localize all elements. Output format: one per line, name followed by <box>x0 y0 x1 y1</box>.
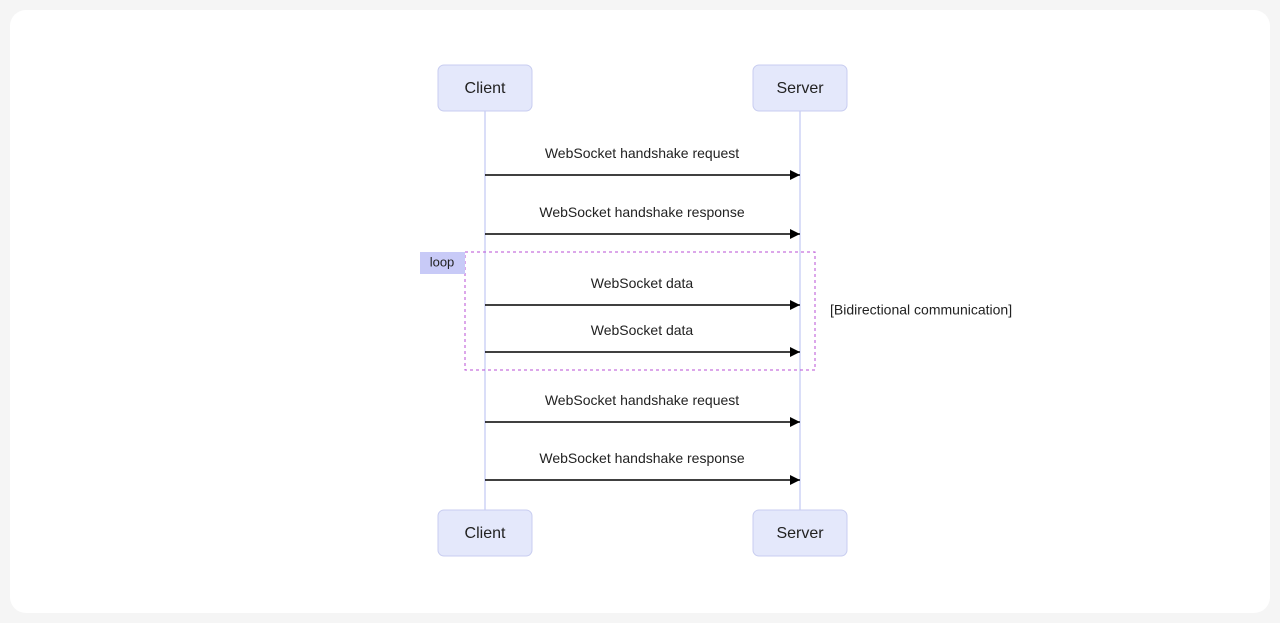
actor-client-bottom-label: Client <box>465 525 506 542</box>
actor-client-bottom: Client <box>438 510 532 556</box>
actor-server-bottom: Server <box>753 510 847 556</box>
loop-tag-label: loop <box>430 254 455 269</box>
message-2-label: WebSocket handshake response <box>539 204 744 220</box>
actor-server-top-label: Server <box>776 80 824 97</box>
message-1-label: WebSocket handshake request <box>545 145 739 161</box>
actor-server-bottom-label: Server <box>776 525 824 542</box>
message-5-label: WebSocket handshake request <box>545 392 739 408</box>
message-6-label: WebSocket handshake response <box>539 450 744 466</box>
loop-note: [Bidirectional communication] <box>830 302 1012 318</box>
diagram-canvas: Client Server WebSocket handshake reques… <box>10 10 1270 613</box>
message-4-label: WebSocket data <box>591 322 694 338</box>
actor-server-top: Server <box>753 65 847 111</box>
actor-client-top-label: Client <box>465 80 506 97</box>
sequence-diagram: Client Server WebSocket handshake reques… <box>10 10 1270 613</box>
actor-client-top: Client <box>438 65 532 111</box>
message-3-label: WebSocket data <box>591 275 694 291</box>
